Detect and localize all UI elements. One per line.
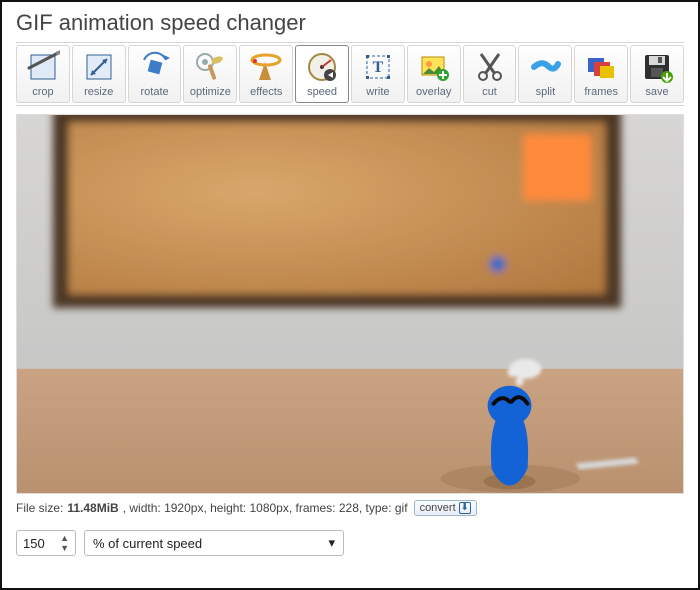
rotate-button[interactable]: rotate bbox=[128, 45, 182, 103]
tool-label: speed bbox=[307, 86, 337, 98]
speed-value-input[interactable]: 150 ▲▼ bbox=[16, 530, 76, 556]
rotate-icon bbox=[138, 50, 172, 84]
filesize-value: 11.48MiB bbox=[67, 501, 118, 515]
speed-controls: 150 ▲▼ % of current speed ▾ bbox=[16, 530, 684, 556]
filesize-label: File size: bbox=[16, 501, 63, 515]
frames-icon bbox=[584, 50, 618, 84]
save-button[interactable]: save bbox=[630, 45, 684, 103]
split-icon bbox=[528, 50, 562, 84]
tool-label: split bbox=[536, 86, 556, 98]
tool-label: rotate bbox=[141, 86, 169, 98]
crop-icon bbox=[26, 50, 60, 84]
resize-icon bbox=[82, 50, 116, 84]
tool-label: save bbox=[645, 86, 668, 98]
stepper-icon: ▲▼ bbox=[60, 534, 69, 553]
effects-button[interactable]: effects bbox=[239, 45, 293, 103]
speed-icon bbox=[305, 50, 339, 84]
frames-button[interactable]: frames bbox=[574, 45, 628, 103]
write-icon: T bbox=[361, 50, 395, 84]
dimensions-text: , width: 1920px, height: 1080px, frames:… bbox=[123, 501, 408, 515]
save-icon bbox=[640, 50, 674, 84]
speed-unit-text: % of current speed bbox=[93, 536, 202, 551]
tool-label: frames bbox=[584, 86, 618, 98]
tool-label: overlay bbox=[416, 86, 451, 98]
tool-label: cut bbox=[482, 86, 497, 98]
overlay-icon bbox=[417, 50, 451, 84]
page-title: GIF animation speed changer bbox=[16, 10, 684, 36]
tool-label: resize bbox=[84, 86, 113, 98]
file-info: File size: 11.48MiB , width: 1920px, hei… bbox=[16, 500, 684, 516]
write-button[interactable]: T write bbox=[351, 45, 405, 103]
chevron-down-icon: ▾ bbox=[328, 535, 335, 551]
overlay-button[interactable]: overlay bbox=[407, 45, 461, 103]
tool-label: crop bbox=[32, 86, 53, 98]
tool-label: optimize bbox=[190, 86, 231, 98]
crop-button[interactable]: crop bbox=[16, 45, 70, 103]
cut-icon bbox=[473, 50, 507, 84]
cut-button[interactable]: cut bbox=[463, 45, 517, 103]
speed-button[interactable]: speed bbox=[295, 45, 349, 103]
resize-button[interactable]: resize bbox=[72, 45, 126, 103]
speed-unit-select[interactable]: % of current speed ▾ bbox=[84, 530, 344, 556]
convert-button[interactable]: convert ⬇ bbox=[414, 500, 477, 516]
speed-value-text: 150 bbox=[23, 536, 45, 551]
preview-image bbox=[16, 114, 684, 494]
convert-label: convert bbox=[420, 502, 456, 514]
effects-icon bbox=[249, 50, 283, 84]
optimize-button[interactable]: optimize bbox=[183, 45, 237, 103]
split-button[interactable]: split bbox=[518, 45, 572, 103]
tool-label: effects bbox=[250, 86, 282, 98]
optimize-icon bbox=[193, 50, 227, 84]
download-icon: ⬇ bbox=[459, 502, 471, 514]
svg-text:T: T bbox=[373, 59, 384, 76]
toolbar: crop resize rotate optimize effects bbox=[16, 42, 684, 106]
tool-label: write bbox=[366, 86, 389, 98]
